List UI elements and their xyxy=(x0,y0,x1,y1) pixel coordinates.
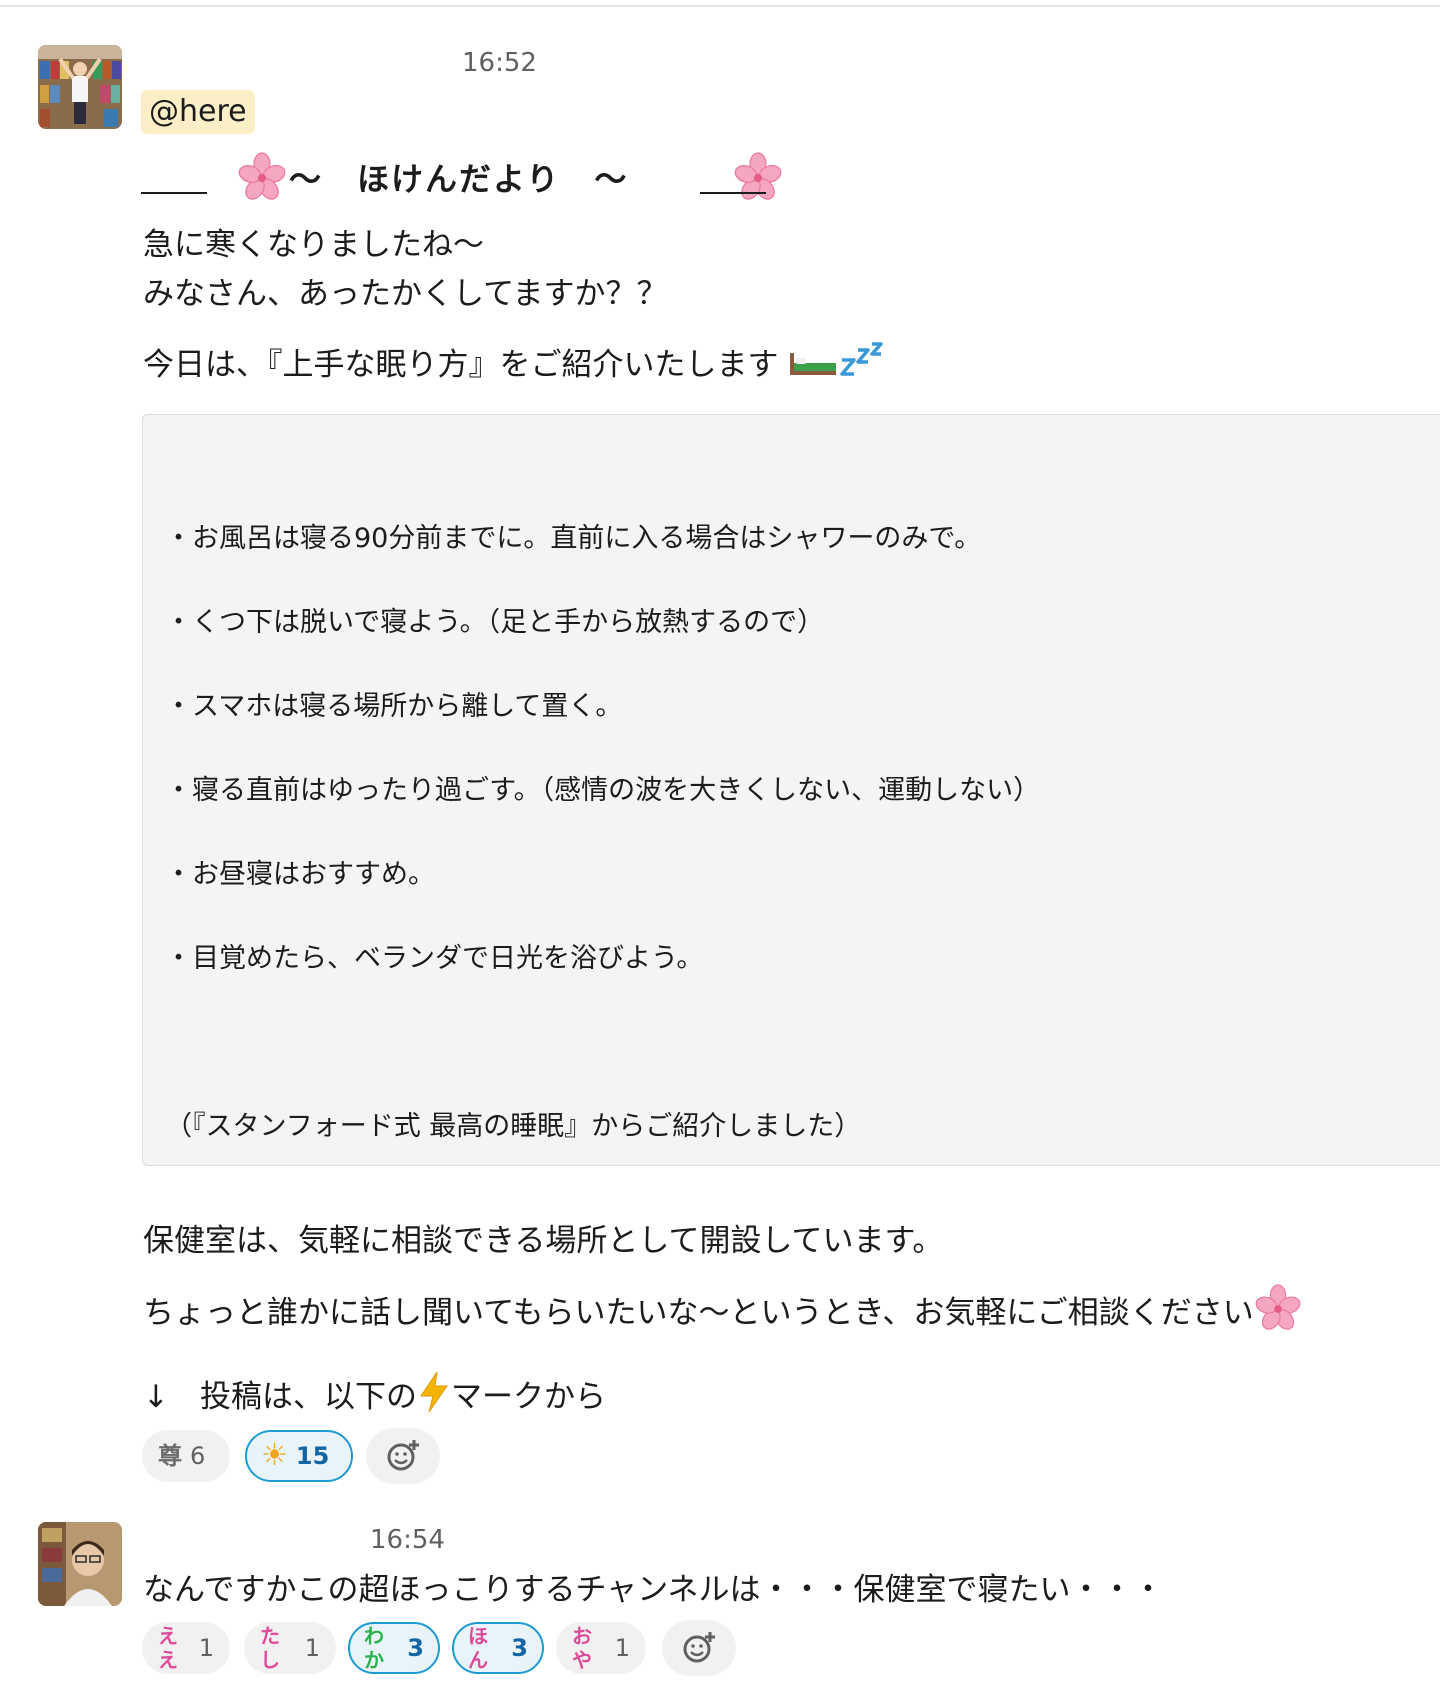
sakura-icon xyxy=(733,152,783,206)
reaction-count: 15 xyxy=(295,1442,330,1470)
quote-block: ・お風呂は寝る90分前までに。直前に入る場合はシャワーのみで。 ・くつ下は脱いで… xyxy=(142,414,1440,1166)
reaction-count: 1 xyxy=(304,1634,320,1662)
add-reaction-button[interactable] xyxy=(662,1620,736,1676)
reaction-count: 6 xyxy=(190,1442,206,1470)
user-avatar[interactable] xyxy=(38,1522,122,1606)
quote-line: ・寝る直前はゆったり過ごす。（感情の波を大きくしない、運動しない） xyxy=(165,775,1041,806)
quote-line: （『スタンフォード式 最高の睡眠』からご紹介しました） xyxy=(165,1111,862,1142)
reaction-emoji: ほん xyxy=(468,1624,488,1672)
message-timestamp[interactable]: 16:54 xyxy=(370,1525,445,1555)
add-emoji-icon xyxy=(387,1440,419,1471)
reaction-pill[interactable]: たし 1 xyxy=(244,1622,336,1674)
user-avatar[interactable] xyxy=(38,45,122,129)
message-line: みなさん、あったかくしてますか？？ xyxy=(143,276,668,312)
message-line-text: ↓ 投稿は、以下の xyxy=(143,1379,417,1415)
quote-line: ・お風呂は寝る90分前までに。直前に入る場合はシャワーのみで。 xyxy=(165,523,982,554)
quote-line: ・目覚めたら、ベランダで日光を浴びよう。 xyxy=(165,943,704,974)
reaction-count: 3 xyxy=(511,1634,528,1662)
sakura-icon xyxy=(1254,1284,1302,1345)
zzz-icon xyxy=(838,340,888,393)
message-line-text: ちょっと誰かに話し聞いてもらいたいな〜というとき、お気軽にご相談ください xyxy=(143,1295,1254,1331)
message-line: ちょっと誰かに話し聞いてもらいたいな〜というとき、お気軽にご相談ください xyxy=(143,1284,1302,1345)
title-left-line xyxy=(141,192,207,194)
message-line-text: マークから xyxy=(450,1379,606,1415)
reaction-emoji: たし xyxy=(260,1624,280,1672)
reaction-pill[interactable]: ☀ 15 xyxy=(245,1430,353,1482)
title-text: 〜 ほけんだより 〜 xyxy=(289,160,629,198)
quote-line: ・お昼寝はおすすめ。 xyxy=(165,859,435,890)
reaction-pill[interactable]: ええ 1 xyxy=(142,1622,230,1674)
top-divider xyxy=(0,0,1440,7)
sakura-icon xyxy=(237,152,287,206)
add-reaction-button[interactable] xyxy=(366,1428,440,1484)
reaction-emoji: わか xyxy=(364,1624,384,1672)
reaction-count: 3 xyxy=(407,1634,424,1662)
bed-icon xyxy=(788,344,838,390)
title-right-line xyxy=(700,192,766,194)
reaction-pill[interactable]: おや 1 xyxy=(556,1622,646,1674)
reaction-pill[interactable]: ほん 3 xyxy=(452,1622,544,1674)
quote-line: ・くつ下は脱いで寝よう。（足と手から放熱するので） xyxy=(165,607,825,638)
message-text: なんですかこの超ほっこりするチャンネルは・・・保健室で寝たい・・・ xyxy=(143,1572,1164,1608)
message-line: 急に寒くなりましたね〜 xyxy=(143,227,484,263)
reaction-pill[interactable]: わか 3 xyxy=(348,1622,440,1674)
reaction-emoji: ええ xyxy=(158,1624,178,1672)
reaction-emoji: おや xyxy=(572,1624,592,1672)
reaction-count: 1 xyxy=(198,1634,214,1662)
add-emoji-icon xyxy=(683,1632,715,1663)
message-line: ↓ 投稿は、以下の マークから xyxy=(143,1370,606,1427)
reaction-pill[interactable]: 尊 6 xyxy=(142,1430,230,1482)
message-line-text: 今日は、『上手な眠り方』をご紹介いたします xyxy=(143,347,779,383)
sun-emoji: ☀ xyxy=(261,1438,288,1473)
reaction-count: 1 xyxy=(614,1634,630,1662)
message-timestamp[interactable]: 16:52 xyxy=(462,48,537,78)
here-mention[interactable]: @here xyxy=(141,90,255,134)
newsletter-title: 〜 ほけんだより 〜 xyxy=(141,148,783,208)
lightning-icon xyxy=(417,1370,451,1427)
reaction-emoji: 尊 xyxy=(158,1442,182,1470)
message-line: 今日は、『上手な眠り方』をご紹介いたします xyxy=(143,340,888,393)
quote-line: ・スマホは寝る場所から離して置く。 xyxy=(165,691,623,722)
message-line: 保健室は、気軽に相談できる場所として開設しています。 xyxy=(143,1223,944,1259)
